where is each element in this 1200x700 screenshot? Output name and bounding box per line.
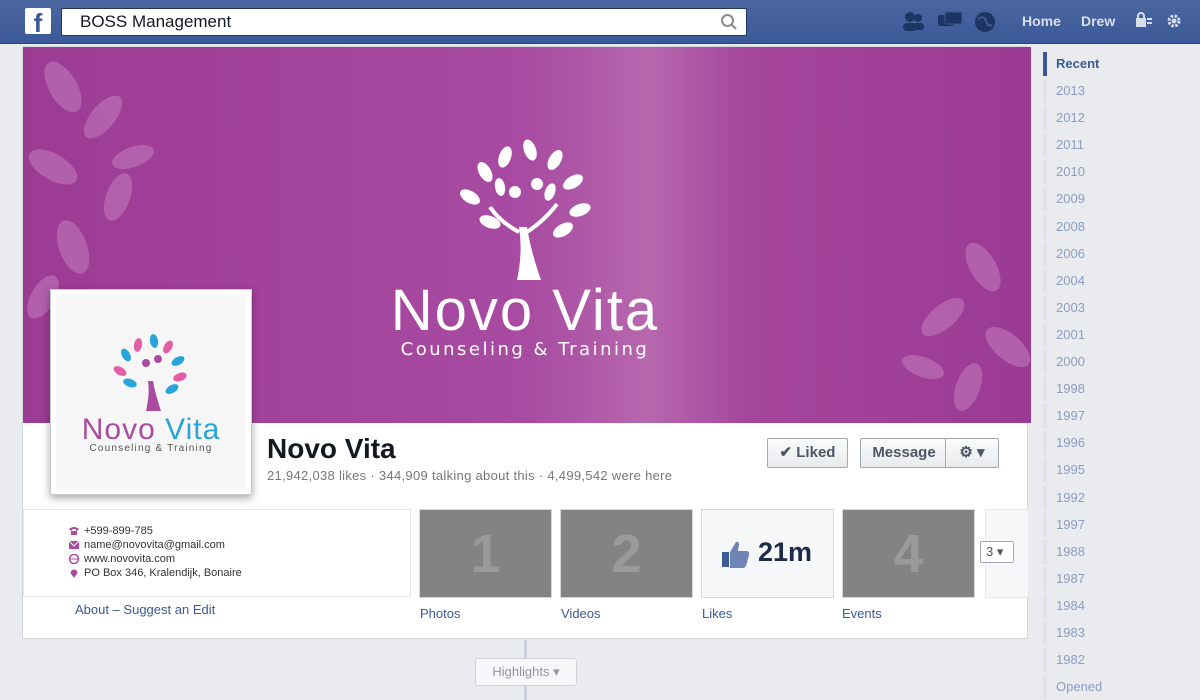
profile-tree-logo-icon <box>113 334 187 411</box>
likes-count: 21m <box>758 537 813 567</box>
year-link[interactable]: 1995 <box>1043 458 1200 485</box>
year-link[interactable]: 1998 <box>1043 377 1200 404</box>
year-link[interactable]: 1996 <box>1043 431 1200 458</box>
videos-label[interactable]: Videos <box>561 606 601 621</box>
videos-app-thumb[interactable]: 2 <box>560 509 693 598</box>
year-link[interactable]: 1982 <box>1043 648 1200 675</box>
notifications-globe-icon[interactable] <box>972 9 1000 35</box>
year-link[interactable]: 2001 <box>1043 322 1200 350</box>
notification-icons <box>900 9 1000 35</box>
photos-thumb-number: 1 <box>470 524 501 584</box>
year-link[interactable]: 2006 <box>1043 241 1200 269</box>
year-link[interactable]: 2013 <box>1043 79 1200 106</box>
location-pin-icon <box>70 569 78 578</box>
page-stats: 21,942,038 likes · 344,909 talking about… <box>267 468 673 483</box>
page-timeline: Novo Vita Counseling & Training Novo Vit… <box>22 46 1031 639</box>
phone-line: +599-899-785 <box>68 525 153 537</box>
about-suggest-edit-link[interactable]: About – Suggest an Edit <box>75 602 215 617</box>
website-line: www.novovita.com <box>68 553 175 565</box>
email-line: name@novovita@gmail.com <box>68 539 225 551</box>
search-icon[interactable] <box>720 13 738 31</box>
profile-logo-word-vita: Vita <box>165 413 221 446</box>
cover-title: Novo Vita <box>390 278 660 343</box>
address-text: PO Box 346, Kralendijk, Bonaire <box>84 567 242 579</box>
timeline-year-nav: Recent 2013 2012 2011 2010 2009 2008 200… <box>1043 52 1200 700</box>
phone-icon <box>69 527 79 535</box>
year-link[interactable]: 1997 <box>1043 512 1200 540</box>
address-line: PO Box 346, Kralendijk, Bonaire <box>68 567 242 579</box>
year-link[interactable]: 1992 <box>1043 485 1200 513</box>
search-bar[interactable] <box>61 8 747 36</box>
messages-icon[interactable] <box>936 9 964 35</box>
profile-logo-word-novo: Novo <box>81 413 156 446</box>
tree-logo-icon <box>460 139 591 280</box>
events-label[interactable]: Events <box>842 606 882 621</box>
year-link[interactable]: 1984 <box>1043 593 1200 621</box>
year-link[interactable]: 2000 <box>1043 350 1200 377</box>
profile-picture[interactable]: Novo Vita Counseling & Training <box>50 289 252 495</box>
liked-button[interactable]: ✔ Liked <box>767 438 848 468</box>
page-options-gear-button[interactable]: ⚙ ▾ <box>945 438 999 468</box>
photos-label[interactable]: Photos <box>420 606 460 621</box>
more-apps-dropdown[interactable]: 3 ▾ <box>980 541 1014 563</box>
year-link[interactable]: 1987 <box>1043 566 1200 594</box>
envelope-icon <box>68 540 80 549</box>
thumbs-up-icon <box>722 541 750 568</box>
facebook-logo[interactable]: f <box>25 8 51 34</box>
highlights-dropdown[interactable]: Highlights ▾ <box>475 658 577 686</box>
videos-thumb-number: 2 <box>611 524 642 584</box>
year-link-opened[interactable]: Opened <box>1043 675 1200 700</box>
year-link[interactable]: 1997 <box>1043 404 1200 431</box>
globe-icon <box>68 554 80 564</box>
year-link[interactable]: 2004 <box>1043 268 1200 296</box>
website-text[interactable]: www.novovita.com <box>84 553 175 565</box>
likes-label[interactable]: Likes <box>702 606 732 621</box>
friend-requests-icon[interactable] <box>900 9 928 35</box>
year-link[interactable]: 1988 <box>1043 539 1200 567</box>
phone-text: +599-899-785 <box>84 525 153 537</box>
year-link-recent[interactable]: Recent <box>1043 52 1200 79</box>
year-link[interactable]: 2003 <box>1043 295 1200 323</box>
likes-app-thumb[interactable]: 21m <box>701 509 834 598</box>
home-link[interactable]: Home <box>1022 13 1061 29</box>
email-text[interactable]: name@novovita@gmail.com <box>84 539 225 551</box>
year-link[interactable]: 2011 <box>1043 133 1200 160</box>
year-link[interactable]: 1983 <box>1043 620 1200 648</box>
profile-link[interactable]: Drew <box>1081 13 1115 29</box>
year-link[interactable]: 2009 <box>1043 187 1200 214</box>
year-link[interactable]: 2008 <box>1043 214 1200 242</box>
profile-logo-subtitle: Counseling & Training <box>89 443 213 454</box>
top-bar: f Home Drew <box>0 0 1200 44</box>
about-box: +599-899-785 name@novovita@gmail.com www… <box>23 509 411 597</box>
cover-subtitle: Counseling & Training <box>400 339 650 360</box>
events-thumb-number: 4 <box>893 524 924 584</box>
message-button[interactable]: Message <box>860 438 947 468</box>
page-title[interactable]: Novo Vita <box>267 433 396 465</box>
events-app-thumb[interactable]: 4 <box>842 509 975 598</box>
search-input[interactable] <box>62 9 702 35</box>
year-link[interactable]: 2012 <box>1043 106 1200 133</box>
photos-app-thumb[interactable]: 1 <box>419 509 552 598</box>
year-link[interactable]: 2010 <box>1043 160 1200 187</box>
profile-logo-title: Novo Vita <box>56 413 246 447</box>
settings-gear-icon[interactable] <box>1164 12 1184 30</box>
privacy-lock-icon[interactable] <box>1134 12 1154 30</box>
